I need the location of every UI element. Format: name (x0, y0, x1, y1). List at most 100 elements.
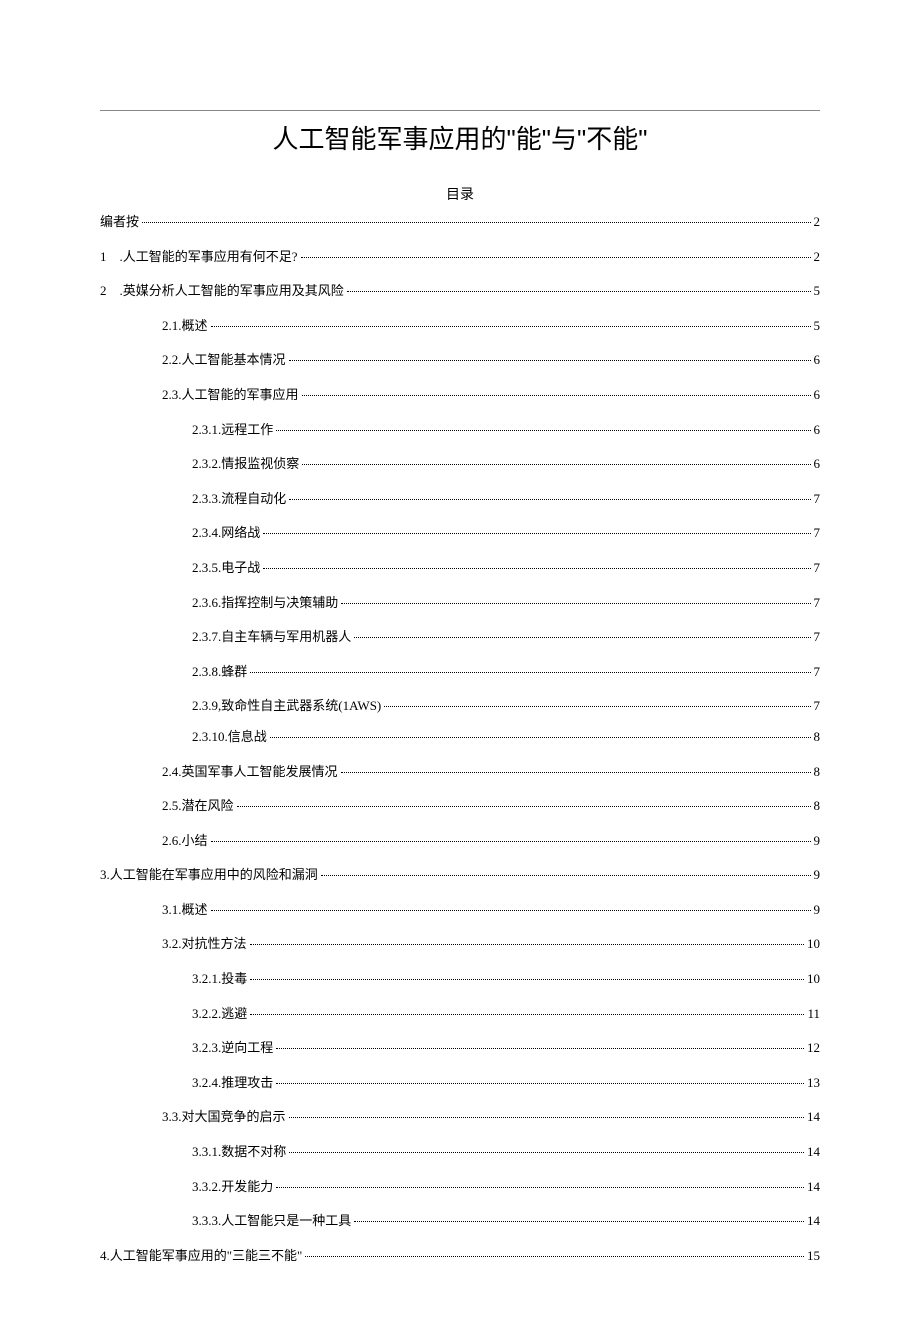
toc-entry-page: 15 (807, 1248, 820, 1264)
toc-entry-page: 14 (807, 1213, 820, 1229)
toc-entry: 2.3.2.情报监视侦察 6 (100, 456, 820, 472)
toc-entry: 2.3.10.信息战8 (100, 729, 820, 745)
toc-leader-dots (263, 568, 810, 569)
toc-entry-label: 3.2.对抗性方法 (162, 936, 247, 952)
toc-entry: 2.3.6.指挥控制与决策辅助7 (100, 595, 820, 611)
toc-entry-page: 7 (814, 629, 821, 645)
toc-entry-label: 2.3.7.自主车辆与军用机器人 (192, 629, 351, 645)
toc-entry-page: 8 (814, 729, 821, 745)
toc-entry-page: 7 (814, 664, 821, 680)
toc-entry-label: 3.2.4.推理攻击 (192, 1075, 273, 1091)
toc-entry-page: 9 (814, 833, 821, 849)
toc-entry: 2.3.7.自主车辆与军用机器人 7 (100, 629, 820, 645)
toc-leader-dots (305, 1256, 804, 1257)
toc-entry-label: 3.人工智能在军事应用中的风险和漏洞 (100, 867, 318, 883)
toc-entry: 2.3.1.远程工作6 (100, 422, 820, 438)
toc-leader-dots (341, 603, 810, 604)
horizontal-rule (100, 110, 820, 111)
toc-entry-page: 7 (814, 525, 821, 541)
toc-entry: 2.3.3.流程自动化7 (100, 491, 820, 507)
toc-leader-dots (354, 637, 810, 638)
toc-entry-label: 2.3.2.情报监视侦察 (192, 456, 299, 472)
toc-entry: 3.2.3.逆向工程12 (100, 1040, 820, 1056)
toc-leader-dots (237, 806, 811, 807)
toc-entry-page: 6 (814, 387, 821, 403)
toc-entry-label: 3.2.2.逃避 (192, 1006, 247, 1022)
toc-entry: 3.2.1.投毒10 (100, 971, 820, 987)
toc-entry: 4.人工智能军事应用的"三能三不能" 15 (100, 1248, 820, 1264)
toc-entry: 3.3.对大国竞争的启示14 (100, 1109, 820, 1125)
toc-entry: 2.6.小结9 (100, 833, 820, 849)
toc-leader-dots (341, 772, 811, 773)
toc-leader-dots (211, 910, 811, 911)
toc-entry: 2.5.潜在风险8 (100, 798, 820, 814)
toc-leader-dots (302, 395, 811, 396)
toc-entry: 2 .英媒分析人工智能的军事应用及其风险 5 (100, 283, 820, 299)
toc-entry-label: 3.3.2.开发能力 (192, 1179, 273, 1195)
toc-entry: 2.1.概述 5 (100, 318, 820, 334)
toc-entry: 3.人工智能在军事应用中的风险和漏洞 9 (100, 867, 820, 883)
document-title: 人工智能军事应用的"能"与"不能" (100, 119, 820, 156)
toc-entry: 3.2.4.推理攻击 13 (100, 1075, 820, 1091)
toc-entry-page: 6 (814, 352, 821, 368)
toc-entry-page: 6 (814, 456, 821, 472)
toc-entry-label: 2.3.8.蜂群 (192, 664, 247, 680)
toc-leader-dots (250, 672, 810, 673)
toc-entry-label: 3.3.3.人工智能只是一种工具 (192, 1213, 351, 1229)
toc-entry: 2.3.8.蜂群 7 (100, 664, 820, 680)
toc-leader-dots (289, 1152, 804, 1153)
table-of-contents: 编者按21 .人工智能的军事应用有何不足?22 .英媒分析人工智能的军事应用及其… (100, 214, 820, 1263)
toc-entry-label: 2.4.英国军事人工智能发展情况 (162, 764, 338, 780)
toc-entry: 3.3.3.人工智能只是一种工具 14 (100, 1213, 820, 1229)
toc-entry-label: 3.3.1.数据不对称 (192, 1144, 286, 1160)
toc-entry: 3.2.对抗性方法10 (100, 936, 820, 952)
toc-entry: 2.3.人工智能的军事应用6 (100, 387, 820, 403)
toc-heading: 目录 (100, 184, 820, 204)
toc-leader-dots (289, 499, 810, 500)
toc-entry-label: 3.3.对大国竞争的启示 (162, 1109, 286, 1125)
toc-entry-label: 3.2.3.逆向工程 (192, 1040, 273, 1056)
toc-entry-page: 5 (814, 283, 821, 299)
toc-entry: 2.4.英国军事人工智能发展情况8 (100, 764, 820, 780)
toc-leader-dots (263, 533, 810, 534)
toc-leader-dots (250, 979, 804, 980)
toc-leader-dots (276, 430, 810, 431)
toc-entry: 2.3.5.电子战 7 (100, 560, 820, 576)
toc-entry-label: 2.3.6.指挥控制与决策辅助 (192, 595, 338, 611)
toc-leader-dots (321, 875, 811, 876)
toc-leader-dots (211, 841, 811, 842)
toc-entry-page: 13 (807, 1075, 820, 1091)
toc-leader-dots (289, 360, 811, 361)
toc-entry-page: 7 (814, 560, 821, 576)
toc-leader-dots (302, 464, 810, 465)
toc-leader-dots (276, 1187, 804, 1188)
toc-entry-page: 2 (814, 214, 821, 230)
toc-entry-page: 10 (807, 971, 820, 987)
toc-leader-dots (250, 944, 804, 945)
toc-entry-page: 11 (807, 1006, 820, 1022)
toc-entry-label: 2.3.9,致命性自主武器系统(1AWS) (192, 698, 381, 714)
toc-leader-dots (276, 1048, 804, 1049)
toc-leader-dots (289, 1117, 804, 1118)
toc-entry-label: 2.3.4.网络战 (192, 525, 260, 541)
toc-entry-page: 2 (814, 249, 821, 265)
toc-entry-label: 2.1.概述 (162, 318, 208, 334)
toc-entry: 2.2.人工智能基本情况 6 (100, 352, 820, 368)
toc-entry: 3.3.2.开发能力 14 (100, 1179, 820, 1195)
toc-entry-label: 2.2.人工智能基本情况 (162, 352, 286, 368)
document-page: 人工智能军事应用的"能"与"不能" 目录 编者按21 .人工智能的军事应用有何不… (0, 0, 920, 1332)
toc-entry: 2.3.9,致命性自主武器系统(1AWS)7 (100, 698, 820, 714)
toc-entry: 1 .人工智能的军事应用有何不足?2 (100, 249, 820, 265)
toc-entry-page: 14 (807, 1179, 820, 1195)
toc-leader-dots (142, 222, 810, 223)
toc-entry-label: 编者按 (100, 214, 139, 230)
toc-entry-label: 3.1.概述 (162, 902, 208, 918)
toc-entry-page: 14 (807, 1144, 820, 1160)
toc-entry-page: 5 (814, 318, 821, 334)
toc-entry-label: 2.3.5.电子战 (192, 560, 260, 576)
toc-entry-label: 2.3.3.流程自动化 (192, 491, 286, 507)
toc-leader-dots (211, 326, 811, 327)
toc-entry: 编者按 2 (100, 214, 820, 230)
toc-leader-dots (354, 1221, 804, 1222)
toc-entry-page: 8 (814, 798, 821, 814)
